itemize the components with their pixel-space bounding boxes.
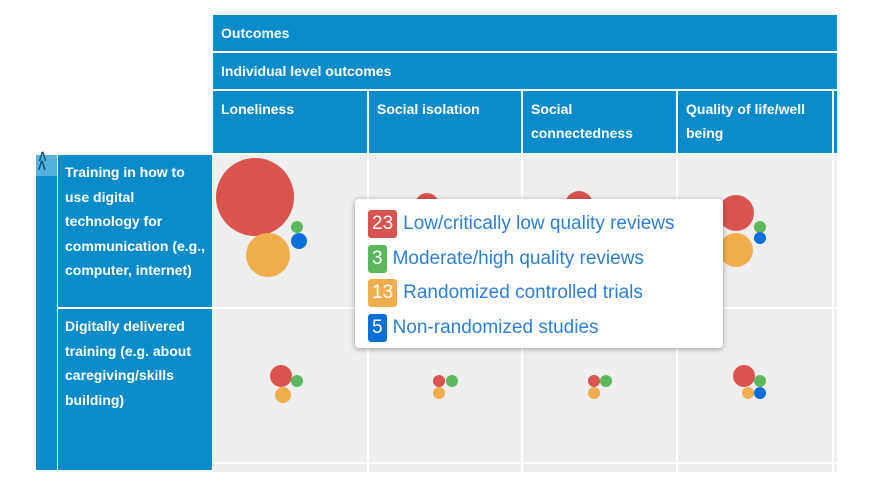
moderate-quality-bubble[interactable]	[291, 221, 303, 233]
column-header-overflow	[834, 91, 837, 153]
header-outcomes: Outcomes	[213, 15, 837, 51]
rct-bubble[interactable]	[275, 387, 291, 403]
rct-bubble[interactable]	[719, 233, 753, 267]
count-badge: 13	[368, 279, 398, 308]
column-header-social-connectedness[interactable]: Social connectedness	[523, 91, 676, 153]
grid-cell[interactable]	[369, 464, 521, 472]
tooltip-label: Low/critically low quality reviews	[403, 213, 675, 235]
tooltip-label: Randomized controlled trials	[403, 282, 643, 304]
grid-cell[interactable]	[678, 464, 832, 472]
tooltip-item-rct: 13 Randomized controlled trials	[368, 276, 723, 311]
row-label-digitally-delivered-training[interactable]: Digitally delivered training (e.g. about…	[58, 309, 212, 470]
header-individual-outcomes: Individual level outcomes	[213, 53, 837, 89]
row-group-toggle: ∧∧	[36, 148, 57, 470]
cell-tooltip: 23 Low/critically low quality reviews 3 Mo…	[355, 199, 723, 348]
tooltip-item-moderate-quality: 3 Moderate/high quality reviews	[368, 242, 723, 277]
count-badge: 5	[368, 313, 387, 342]
rct-bubble[interactable]	[246, 233, 290, 277]
moderate-quality-bubble[interactable]	[600, 375, 612, 387]
low-quality-bubble[interactable]	[270, 365, 292, 387]
low-quality-bubble[interactable]	[433, 375, 445, 387]
tooltip-label: Moderate/high quality reviews	[392, 247, 644, 269]
grid-cell[interactable]	[834, 309, 837, 462]
tooltip-label: Non-randomized studies	[392, 316, 599, 338]
tooltip-item-low-quality: 23 Low/critically low quality reviews	[368, 207, 723, 242]
grid-cell[interactable]	[523, 464, 676, 472]
column-header-social-isolation[interactable]: Social isolation	[369, 91, 521, 153]
low-quality-bubble[interactable]	[733, 365, 755, 387]
double-chevron-up-icon[interactable]: ∧∧	[36, 148, 57, 176]
rct-bubble[interactable]	[742, 387, 754, 399]
rct-bubble[interactable]	[433, 387, 445, 399]
column-header-quality-of-life[interactable]: Quality of life/well being	[678, 91, 832, 153]
row-label-training-digital-tech[interactable]: Training in how to use digital technolog…	[58, 155, 212, 307]
non-randomized-bubble[interactable]	[291, 233, 307, 249]
non-randomized-bubble[interactable]	[754, 387, 766, 399]
grid-cell[interactable]	[213, 464, 367, 472]
rct-bubble[interactable]	[588, 387, 600, 399]
moderate-quality-bubble[interactable]	[754, 375, 766, 387]
column-header-loneliness[interactable]: Loneliness	[213, 91, 367, 153]
count-badge: 3	[368, 244, 387, 273]
moderate-quality-bubble[interactable]	[291, 375, 303, 387]
count-badge: 23	[368, 210, 398, 239]
low-quality-bubble[interactable]	[216, 158, 294, 236]
grid-cell[interactable]	[834, 155, 837, 307]
non-randomized-bubble[interactable]	[754, 232, 766, 244]
grid-cell[interactable]	[213, 309, 367, 462]
low-quality-bubble[interactable]	[718, 195, 754, 231]
moderate-quality-bubble[interactable]	[446, 375, 458, 387]
low-quality-bubble[interactable]	[588, 375, 600, 387]
tooltip-item-non-randomized: 5 Non-randomized studies	[368, 311, 723, 346]
grid-cell[interactable]	[834, 464, 837, 472]
